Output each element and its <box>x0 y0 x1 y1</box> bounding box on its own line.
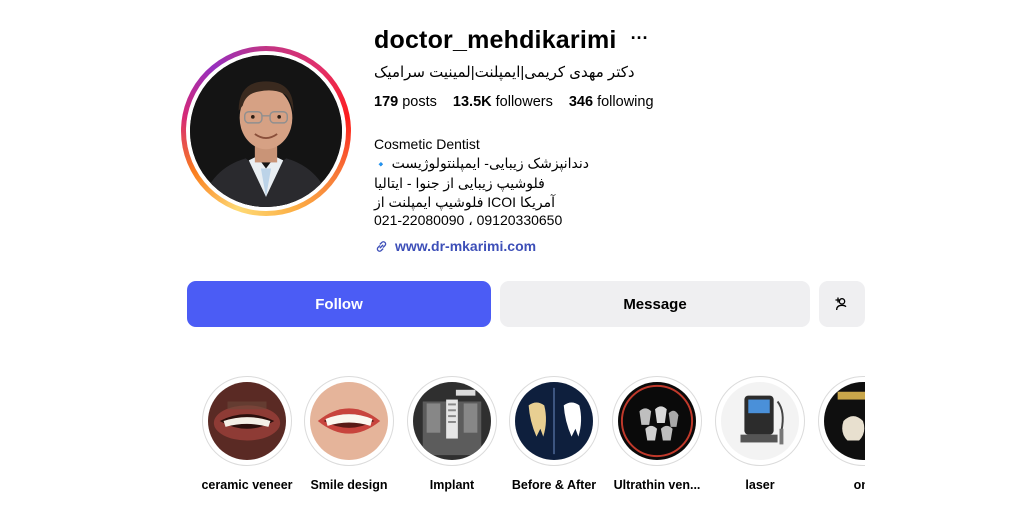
followers-label: followers <box>495 94 553 110</box>
website-link-text: www.dr-mkarimi.com <box>395 238 537 254</box>
bio-line-4: فلوشیپ ایمپلنت از ICOI آمریکا <box>374 193 555 210</box>
highlight-cover <box>515 382 593 460</box>
highlight-ring <box>407 376 497 466</box>
highlight-ultrathin-veneer[interactable]: Ultrathin ven... <box>605 376 709 492</box>
posts-label: posts <box>402 94 437 110</box>
highlight-label: onl <box>853 478 865 492</box>
profile-bio: Cosmetic Dentist 🔹 دندانپزشک زیبایی- ایم… <box>374 135 589 230</box>
highlight-ring <box>612 376 702 466</box>
highlight-ring <box>715 376 805 466</box>
posts-count: 179 <box>374 94 399 110</box>
highlight-laser[interactable]: laser <box>708 376 812 492</box>
profile-avatar[interactable] <box>181 46 351 216</box>
highlight-label: laser <box>745 478 775 492</box>
profile-stats: 179 posts 13.5K followers 346 following <box>374 94 654 110</box>
followers-count: 13.5K <box>452 94 492 110</box>
bio-line-3: فلوشیپ زیبایی از جنوا - ایتالیا <box>374 175 545 191</box>
highlight-smile-design[interactable]: Smile design <box>297 376 401 492</box>
more-horizontal-icon[interactable]: ··· <box>631 29 649 47</box>
posts-stat: 179 posts <box>374 94 437 110</box>
highlight-before-after[interactable]: Before & After <box>502 376 606 492</box>
link-icon <box>376 240 387 252</box>
bio-line-2-text: دندانپزشک زیبایی- ایمپلنتولوژیست <box>391 154 590 171</box>
highlight-label: ceramic veneer <box>201 478 293 492</box>
follow-button[interactable]: Follow <box>187 281 491 327</box>
story-highlights: ceramic veneer Smile design Implant Befo… <box>187 376 865 496</box>
avatar-border <box>186 51 346 211</box>
highlight-cover <box>208 382 286 460</box>
highlight-cover <box>310 382 388 460</box>
followers-stat[interactable]: 13.5K followers <box>453 94 553 110</box>
highlight-label: Implant <box>429 478 475 492</box>
highlight-label: Smile design <box>310 478 388 492</box>
highlight-ring <box>304 376 394 466</box>
highlight-ceramic-veneer[interactable]: ceramic veneer <box>195 376 299 492</box>
highlight-cover <box>618 382 696 460</box>
highlight-cover <box>721 382 799 460</box>
bio-line-2: 🔹 دندانپزشک زیبایی- ایمپلنتولوژیست <box>374 154 589 175</box>
bio-line-5: 021-22080090 ، 09120330650 <box>374 212 563 228</box>
highlight-cover <box>824 382 865 460</box>
highlight-implant[interactable]: Implant <box>400 376 504 492</box>
website-link[interactable]: www.dr-mkarimi.com <box>374 238 536 254</box>
username: doctor_mehdikarimi <box>374 26 617 54</box>
highlight-ring <box>202 376 292 466</box>
highlight-ring <box>509 376 599 466</box>
highlight-label: Ultrathin ven... <box>613 478 701 492</box>
blue-diamond-icon: 🔹 <box>374 158 388 171</box>
suggested-accounts-button[interactable] <box>819 281 865 327</box>
following-stat[interactable]: 346 following <box>569 94 654 110</box>
bio-line-1: Cosmetic Dentist <box>374 136 480 152</box>
message-button[interactable]: Message <box>500 281 810 327</box>
following-count: 346 <box>568 94 594 110</box>
add-person-icon <box>835 297 847 311</box>
following-label: following <box>597 94 654 110</box>
highlight-cover <box>413 382 491 460</box>
username-row: doctor_mehdikarimi ··· <box>374 26 649 55</box>
avatar-photo <box>190 55 342 207</box>
full-name: دکتر مهدی کریمی|ایمپلنت|لمینیت سرامیک <box>374 64 635 81</box>
highlight-label: Before & After <box>511 478 597 492</box>
avatar-image <box>190 55 342 207</box>
highlight-onlay[interactable]: onl <box>811 376 865 492</box>
highlight-ring <box>818 376 865 466</box>
